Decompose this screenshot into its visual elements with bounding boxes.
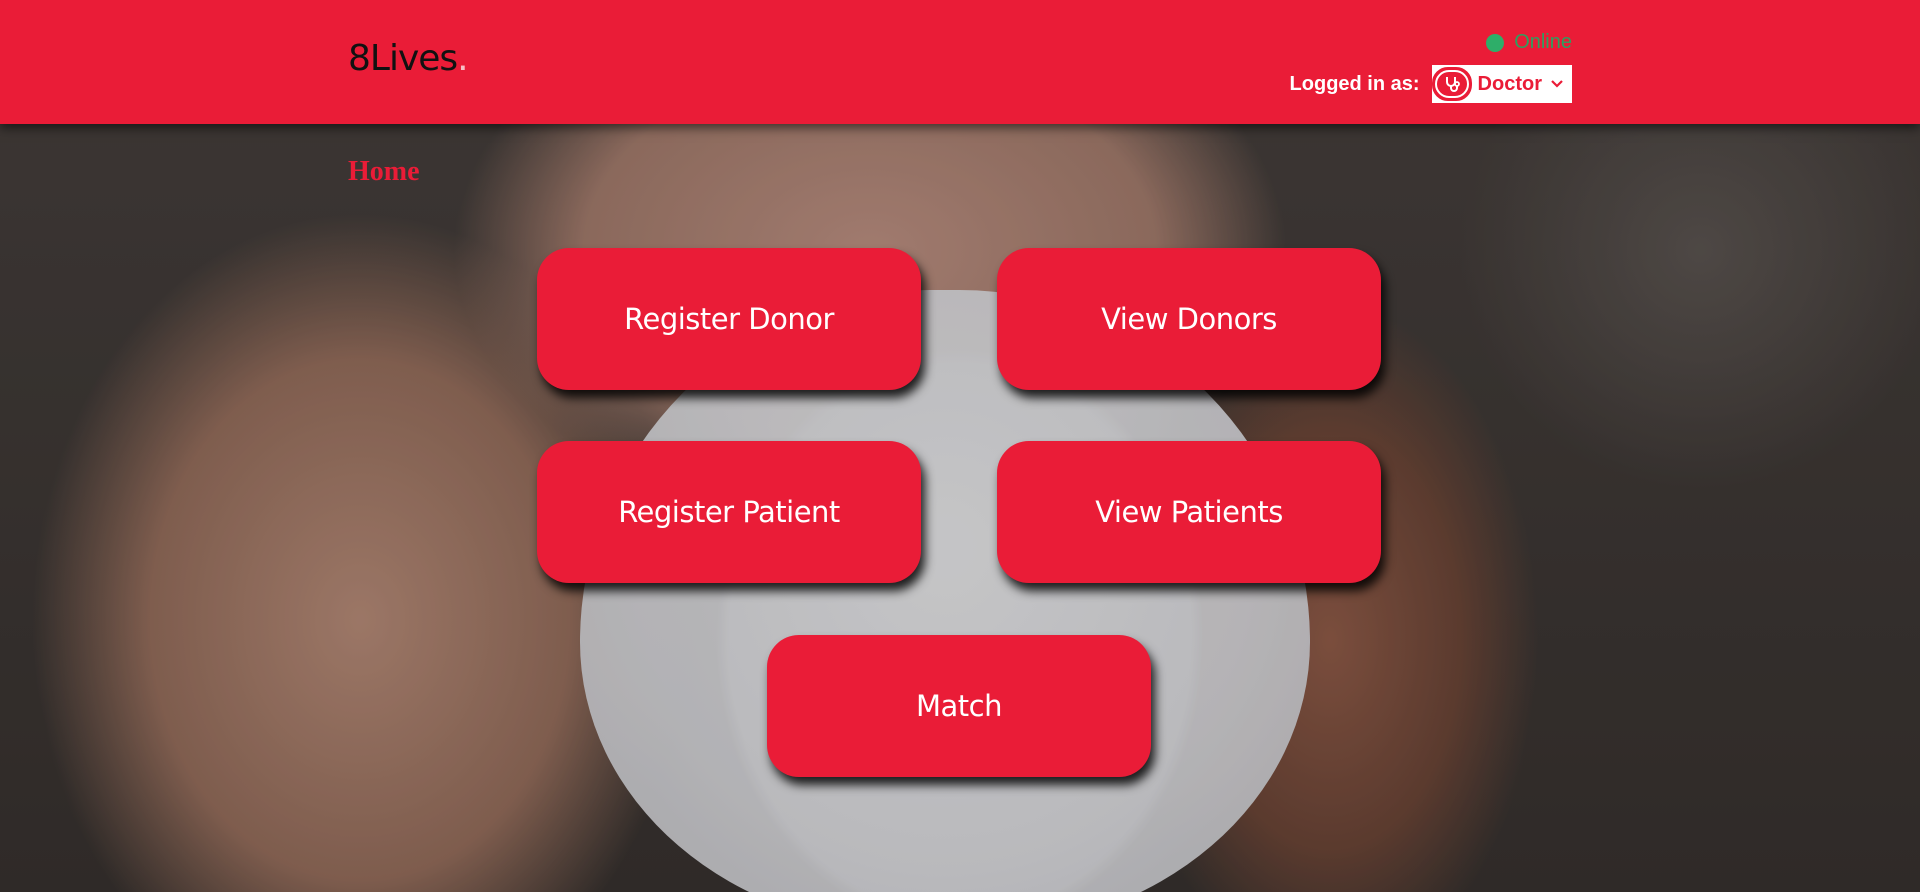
status-label: Online [1514,31,1572,53]
register-donor-button[interactable]: Register Donor [537,248,921,390]
register-patient-button[interactable]: Register Patient [537,441,921,583]
logged-in-role: Logged in as: Doctor [1290,65,1572,103]
view-donors-button[interactable]: View Donors [997,248,1381,390]
page: 8Lives. Online Logged in as: Doctor Home… [0,0,1920,892]
role-select[interactable]: Doctor [1431,65,1572,103]
match-button[interactable]: Match [767,635,1151,777]
logo-text: 8Lives [348,38,458,79]
role-select-value: Doctor [1477,72,1542,95]
connection-status: Online [1486,31,1572,54]
top-header: 8Lives. Online Logged in as: Doctor [0,0,1920,124]
app-logo[interactable]: 8Lives. [348,38,469,79]
view-patients-button[interactable]: View Patients [997,441,1381,583]
page-title: Home [348,156,420,187]
chevron-down-icon [1550,79,1570,89]
logged-in-label: Logged in as: [1289,72,1420,95]
stethoscope-icon [1431,67,1472,101]
status-online-indicator [1486,33,1505,52]
logo-dot: . [457,38,468,79]
